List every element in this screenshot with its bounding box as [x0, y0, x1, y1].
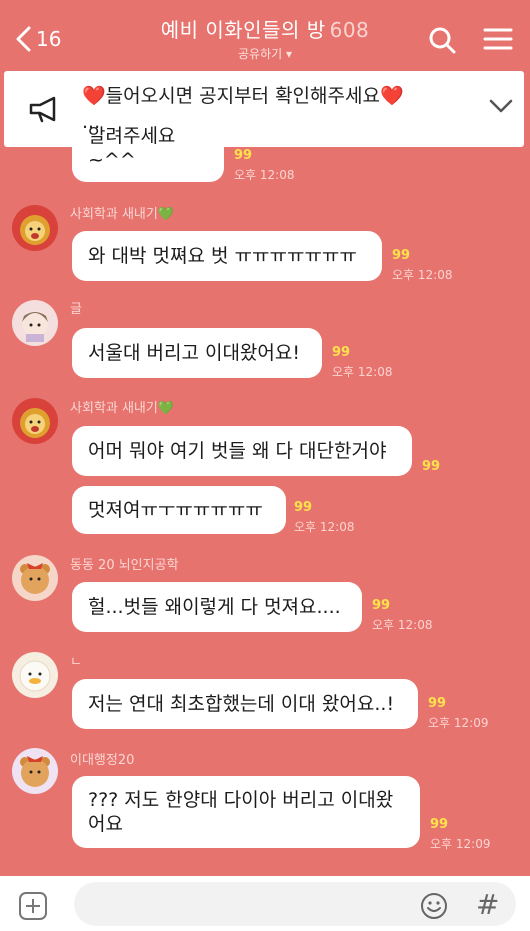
unread-count: 99 [372, 598, 391, 613]
avatar[interactable] [12, 555, 58, 601]
unread-count: 99 [422, 459, 441, 474]
avatar[interactable] [12, 652, 58, 698]
sender-name-text: 사회학과 새내기 [70, 401, 158, 416]
duck-character-avatar-icon [12, 652, 58, 698]
message-time: 오후 12:08 [392, 268, 453, 282]
message-bubble[interactable]: 헐...벗들 왜이렇게 다 멋져요.... [72, 582, 362, 632]
message-text: 헐...벗들 왜이렇게 다 멋져요.... [88, 596, 341, 618]
avatar[interactable] [12, 398, 58, 444]
bear-character-avatar-icon [12, 555, 58, 601]
message-bubble[interactable]: 알려주세요~^^ [72, 125, 224, 182]
heart-icon: ❤️ [82, 85, 106, 107]
heart-icon: ❤️ [379, 85, 404, 107]
message-text: 멋져여ㅠㅜㅠㅠㅠㅠㅠ [88, 499, 263, 521]
lion-character-avatar-icon [12, 205, 58, 251]
sender-name: 사회학과 새내기💚 [70, 203, 174, 222]
message-input-bar: # [0, 876, 530, 931]
message-bubble[interactable]: 어머 뭐야 여기 벗들 왜 다 대단한거야 [72, 426, 412, 476]
message-time: 오후 12:08 [294, 520, 355, 534]
message-time: 오후 12:08 [234, 168, 295, 182]
unread-count: 99 [428, 696, 447, 711]
sender-name: 글 [70, 302, 82, 317]
message-bubble[interactable]: 서울대 버리고 이대왔어요! [72, 328, 322, 378]
message-text-line: 어요 [88, 813, 123, 835]
avatar[interactable] [12, 748, 58, 794]
message-text: 알려주세요~^^ [88, 125, 176, 171]
green-heart-icon: 💚 [157, 207, 175, 222]
chat-title-area[interactable]: 예비 이화인들의 방 608 공유하기 ▾ [140, 14, 390, 62]
avatar[interactable] [12, 300, 58, 346]
chat-header: 16 예비 이화인들의 방 608 공유하기 ▾ [0, 0, 530, 70]
menu-icon[interactable] [483, 27, 513, 51]
message-bubble[interactable]: 와 대박 멋쪄요 벗 ㅠㅠㅠㅠㅠㅠㅠ [72, 231, 382, 281]
message-text: 와 대박 멋쪄요 벗 ㅠㅠㅠㅠㅠㅠㅠ [88, 245, 357, 267]
message-bubble[interactable]: 멋져여ㅠㅜㅠㅠㅠㅠㅠ [72, 486, 286, 534]
message-time: 오후 12:08 [332, 365, 393, 379]
add-attachment-icon[interactable] [18, 891, 48, 921]
message-time: 오후 12:09 [428, 716, 489, 730]
emoji-icon[interactable] [420, 892, 448, 920]
sender-name: 이대행정20 [70, 753, 135, 768]
unread-count: 99 [332, 345, 351, 360]
message-text: 저는 연대 최초합했는데 이대 왔어요..! [88, 693, 395, 715]
bear-character-avatar-icon [12, 748, 58, 794]
sender-name: 사회학과 새내기💚 [70, 397, 174, 416]
member-count: 608 [329, 18, 370, 42]
green-heart-icon: 💚 [157, 401, 175, 416]
sender-name-text: 사회학과 새내기 [70, 207, 158, 222]
megaphone-icon [29, 96, 56, 123]
unread-count: 99 [234, 148, 253, 163]
notice-message: 들어오시면 공지부터 확인해주세요 [105, 85, 380, 107]
chat-room-name: 예비 이화인들의 방 [160, 18, 326, 42]
sender-name: 동동 20 뇌인지공학 [70, 558, 179, 573]
unread-chats-count: 16 [36, 27, 62, 51]
search-icon[interactable] [428, 26, 456, 54]
message-text: 서울대 버리고 이대왔어요! [88, 342, 300, 364]
unread-count: 99 [430, 817, 449, 832]
message-input[interactable] [74, 882, 516, 926]
chat-title: 예비 이화인들의 방 608 [140, 14, 390, 43]
unread-count: 99 [392, 248, 411, 263]
lion-character-avatar-icon [12, 398, 58, 444]
hashtag-search-icon[interactable]: # [476, 888, 499, 921]
chevron-down-icon[interactable] [488, 97, 514, 115]
unread-count: 99 [294, 500, 313, 515]
message-time: 오후 12:08 [372, 618, 433, 632]
back-button[interactable]: 16 [14, 22, 61, 56]
girl-character-avatar-icon [12, 300, 58, 346]
message-bubble[interactable]: ??? 저도 한양대 다이아 버리고 이대왔 어요 [72, 776, 420, 848]
avatar[interactable] [12, 205, 58, 251]
sender-name: ㄴ [70, 655, 82, 670]
message-text: 어머 뭐야 여기 벗들 왜 다 대단한거야 [88, 440, 387, 462]
chevron-left-icon [16, 26, 31, 52]
message-bubble[interactable]: 저는 연대 최초합했는데 이대 왔어요..! [72, 679, 418, 729]
message-text-line: ??? 저도 한양대 다이아 버리고 이대왔 [88, 789, 394, 811]
share-button[interactable]: 공유하기 ▾ [140, 45, 390, 62]
message-time: 오후 12:09 [430, 837, 491, 851]
